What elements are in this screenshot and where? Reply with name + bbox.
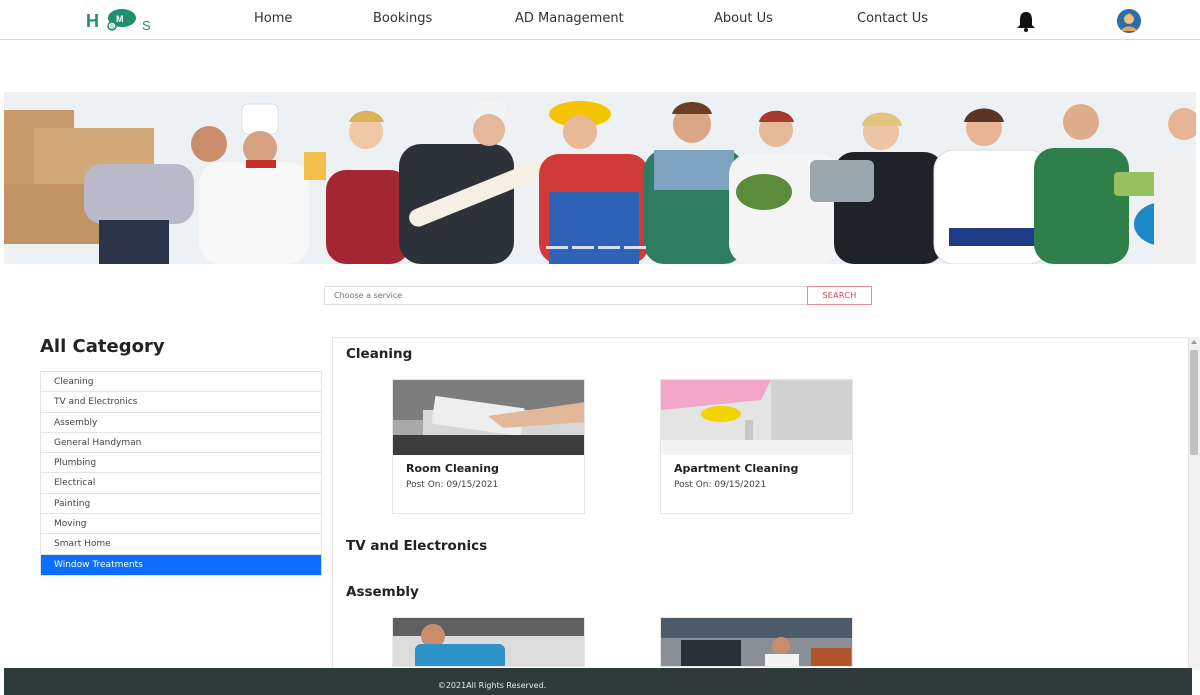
avatar-icon[interactable]	[1117, 9, 1141, 33]
carousel-indicator-1[interactable]	[546, 246, 568, 249]
category-item-window-treatments[interactable]: Window Treatments	[41, 554, 321, 575]
card-title: Room Cleaning	[406, 462, 499, 475]
category-item-tv-electronics[interactable]: TV and Electronics	[41, 392, 321, 413]
card-post-date: Post On: 09/15/2021	[406, 480, 499, 490]
search-input[interactable]	[324, 286, 808, 305]
section-title-assembly: Assembly	[346, 584, 419, 600]
section-title-cleaning: Cleaning	[346, 346, 413, 362]
services-panel: Cleaning Room Cleaning Post On: 09/15/20…	[332, 337, 1188, 670]
scroll-up-arrow-icon[interactable]	[1191, 340, 1197, 344]
svg-text:S: S	[142, 18, 151, 33]
carousel-indicator-3[interactable]	[598, 246, 620, 249]
category-item-moving[interactable]: Moving	[41, 514, 321, 535]
hero-banner-image	[4, 92, 1196, 264]
apartment-cleaning-image	[661, 380, 852, 455]
category-item-assembly[interactable]: Assembly	[41, 412, 321, 433]
nav-home[interactable]: Home	[254, 11, 292, 26]
scrollbar-thumb[interactable]	[1190, 350, 1198, 455]
assembly-image-2	[661, 618, 852, 666]
category-item-electrical[interactable]: Electrical	[41, 473, 321, 494]
category-item-general-handyman[interactable]: General Handyman	[41, 432, 321, 454]
room-cleaning-image	[393, 380, 584, 455]
card-post-date: Post On: 09/15/2021	[674, 480, 767, 490]
carousel-indicator-4[interactable]	[624, 246, 646, 249]
nav-contact-us[interactable]: Contact Us	[857, 11, 928, 26]
category-item-painting[interactable]: Painting	[41, 493, 321, 515]
service-card-assembly-1[interactable]	[392, 617, 585, 667]
svg-text:S: S	[110, 25, 114, 31]
nav-bookings[interactable]: Bookings	[373, 11, 432, 26]
svg-text:M: M	[116, 14, 124, 24]
search-button[interactable]: SEARCH	[807, 286, 872, 305]
category-item-smart-home[interactable]: Smart Home	[41, 534, 321, 555]
carousel-indicator-2[interactable]	[572, 246, 594, 249]
footer: ©2021All Rights Reserved.	[4, 668, 1192, 695]
top-navbar: H M S S Home Bookings AD Management Abou…	[0, 0, 1200, 40]
category-item-cleaning[interactable]: Cleaning	[41, 372, 321, 393]
bell-icon[interactable]	[1014, 10, 1038, 32]
category-heading: All Category	[40, 336, 165, 357]
section-title-tv-electronics: TV and Electronics	[346, 538, 488, 554]
service-card-room-cleaning[interactable]: Room Cleaning Post On: 09/15/2021	[392, 379, 585, 514]
service-card-apartment-cleaning[interactable]: Apartment Cleaning Post On: 09/15/2021	[660, 379, 853, 514]
assembly-image-1	[393, 618, 584, 666]
hsms-logo[interactable]: H M S S	[86, 7, 158, 33]
service-card-assembly-2[interactable]	[660, 617, 853, 667]
category-list: Cleaning TV and Electronics Assembly Gen…	[40, 371, 322, 576]
nav-ad-management[interactable]: AD Management	[515, 11, 624, 26]
nav-about-us[interactable]: About Us	[714, 11, 773, 26]
category-item-plumbing[interactable]: Plumbing	[41, 453, 321, 474]
card-title: Apartment Cleaning	[674, 462, 799, 475]
svg-text:H: H	[86, 11, 99, 31]
footer-copyright: ©2021All Rights Reserved.	[437, 681, 547, 690]
